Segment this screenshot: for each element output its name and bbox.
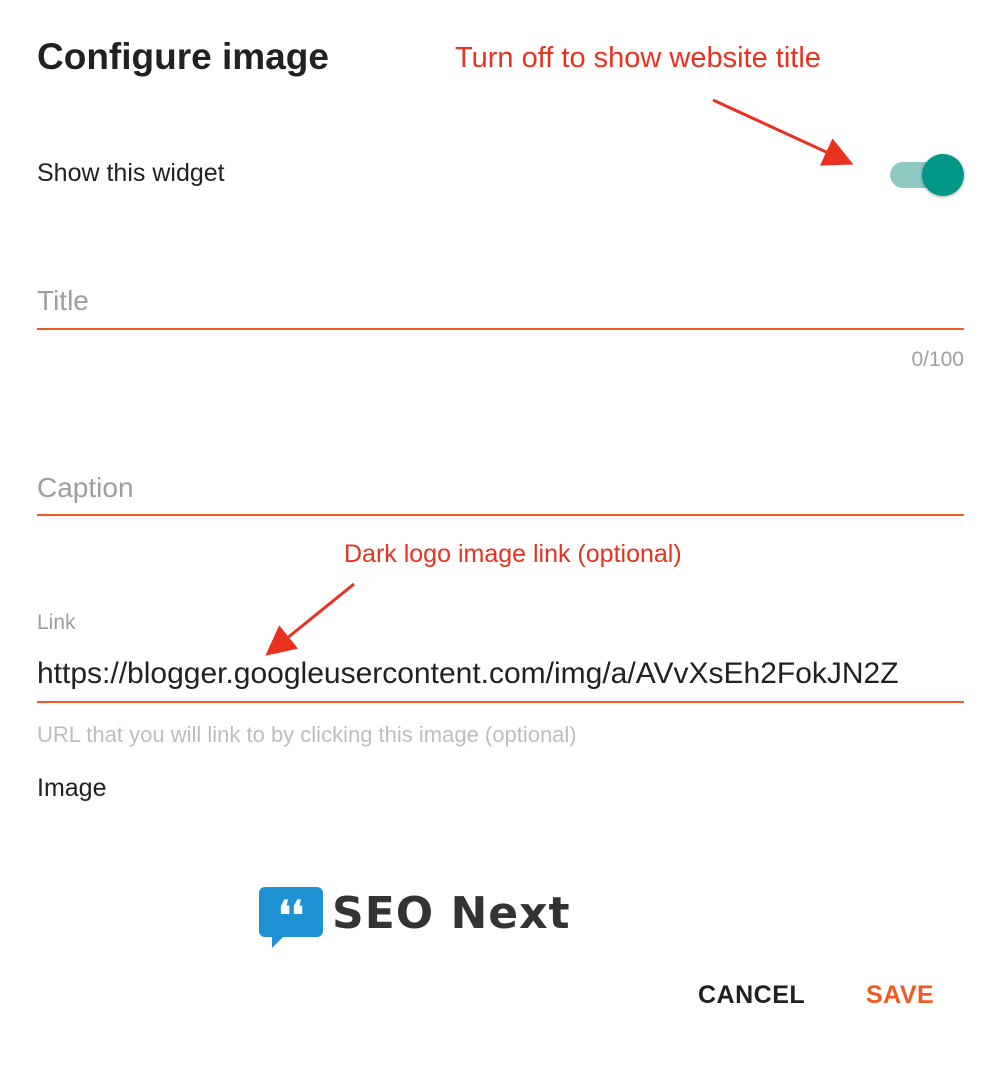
- arrow-to-toggle: [712, 98, 854, 166]
- annotation-arrows: [265, 98, 854, 656]
- arrow-to-link: [265, 582, 355, 656]
